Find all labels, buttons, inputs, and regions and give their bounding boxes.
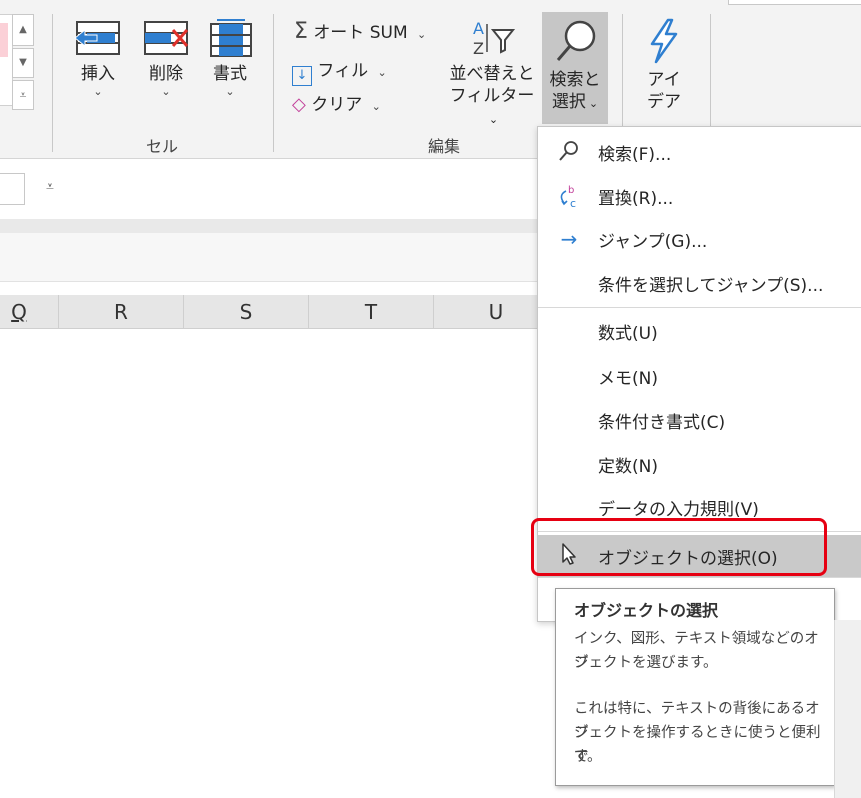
sort-filter-label-2: フィルター⌄ <box>449 86 535 126</box>
sigma-icon: Σ <box>294 19 308 44</box>
chevron-down-icon: ⌄ <box>225 85 235 98</box>
autosum-label: オート SUM <box>313 23 408 43</box>
menu-item-replace[interactable]: bc 置換(R)... <box>538 176 861 216</box>
format-button[interactable]: 書式 ⌄ <box>202 18 258 99</box>
menu-item-constants[interactable]: 定数(N) <box>538 444 861 484</box>
find-select-button[interactable]: 検索と 選択 ⌄ <box>542 12 608 124</box>
chevron-down-icon: ⌄ <box>161 85 171 98</box>
select-objects-tooltip: オブジェクトの選択 インク、図形、テキスト領域などのオブ ジェクトを選びます。 … <box>555 588 835 786</box>
menu-item-label: 置換(R)... <box>598 189 674 209</box>
svg-text:b: b <box>568 185 574 196</box>
formula-bar-expand-button[interactable]: ⩡ <box>46 179 54 195</box>
menu-item-label: 検索(F)... <box>598 145 672 165</box>
sort-filter-label-1: 並べ替えと <box>449 64 535 84</box>
menu-item-notes[interactable]: メモ(N) <box>538 356 861 396</box>
menu-item-goto-special[interactable]: 条件を選択してジャンプ(S)... <box>538 263 861 303</box>
menu-item-conditional-formatting[interactable]: 条件付き書式(C) <box>538 400 861 440</box>
menu-separator <box>538 307 861 308</box>
insert-button[interactable]: 挿入 ⌄ <box>70 18 126 99</box>
ideas-label-1: アイ <box>647 70 681 90</box>
ideas-button[interactable]: アイ デア <box>636 18 692 113</box>
delete-button[interactable]: 削除 ⌄ <box>138 18 194 99</box>
vertical-scrollbar[interactable] <box>834 620 861 798</box>
delete-label: 削除 <box>149 64 183 84</box>
menu-item-label: 数式(U) <box>598 324 658 344</box>
find-select-label-2: 選択 ⌄ <box>551 92 599 112</box>
menu-item-label: データの入力規則(V) <box>598 500 759 520</box>
gallery-scroll-up-button[interactable]: ▲ <box>12 14 34 46</box>
tooltip-title: オブジェクトの選択 <box>574 601 719 620</box>
gallery-scroll-down-button[interactable]: ▼ <box>12 48 34 78</box>
magnifier-icon <box>556 20 596 61</box>
column-header-t[interactable]: T <box>309 295 434 328</box>
sort-filter-button[interactable]: A Z 並べ替えと フィルター⌄ <box>446 18 538 131</box>
find-select-label-1: 検索と <box>549 70 601 90</box>
tooltip-tip-line-3: す。 <box>574 749 602 765</box>
chevron-down-icon: ⌄ <box>377 66 387 79</box>
clear-label: クリア <box>311 95 363 115</box>
highlight-annotation <box>531 518 827 576</box>
ribbon-top-right-control[interactable] <box>728 0 861 5</box>
sort-filter-icon: A Z <box>473 19 516 58</box>
cells-group-label: セル <box>146 137 179 156</box>
menu-item-find[interactable]: 検索(F)... <box>538 132 861 172</box>
arrow-right-icon: → <box>560 227 578 251</box>
menu-item-label: 条件を選択してジャンプ(S)... <box>598 276 824 296</box>
chevron-down-icon: ⌄ <box>417 28 427 41</box>
column-header-q[interactable]: Q <box>0 295 59 328</box>
replace-icon: bc <box>556 183 582 210</box>
insert-label: 挿入 <box>81 64 115 84</box>
fill-button[interactable]: ↓ フィル ⌄ <box>292 56 387 86</box>
fill-down-icon: ↓ <box>292 66 312 86</box>
menu-item-formulas[interactable]: 数式(U) <box>538 311 861 351</box>
chevron-down-icon: ⌄ <box>93 85 103 98</box>
svg-text:c: c <box>570 197 576 209</box>
menu-item-goto[interactable]: → ジャンプ(G)... <box>538 219 861 259</box>
svg-text:Z: Z <box>473 39 484 58</box>
lightning-icon <box>650 18 678 64</box>
menu-item-label: 条件付き書式(C) <box>598 413 726 433</box>
tooltip-description-line-2: ジェクトを選びます。 <box>574 655 718 671</box>
menu-item-label: ジャンプ(G)... <box>598 232 708 252</box>
format-label: 書式 <box>213 64 247 84</box>
editing-group-label: 編集 <box>428 137 461 156</box>
autosum-button[interactable]: Σ オート SUM ⌄ <box>294 18 426 44</box>
eraser-icon: ◇ <box>292 94 306 115</box>
chevron-down-icon: ⌄ <box>371 100 381 113</box>
insert-cells-icon <box>74 21 120 55</box>
gallery-more-button[interactable]: ⩡ <box>12 80 34 110</box>
column-header-r[interactable]: R <box>59 295 184 328</box>
ideas-label-2: デア <box>647 92 681 112</box>
menu-item-label: 定数(N) <box>598 457 658 477</box>
search-icon <box>556 139 582 165</box>
format-cells-icon <box>210 19 252 57</box>
fill-label: フィル <box>317 61 369 81</box>
column-header-s[interactable]: S <box>184 295 309 328</box>
menu-item-label: メモ(N) <box>598 369 658 389</box>
delete-cells-icon <box>144 21 189 55</box>
menu-separator <box>538 577 861 578</box>
name-box[interactable] <box>0 173 25 205</box>
svg-text:A: A <box>473 19 484 38</box>
clear-button[interactable]: ◇ クリア ⌄ <box>292 90 381 115</box>
